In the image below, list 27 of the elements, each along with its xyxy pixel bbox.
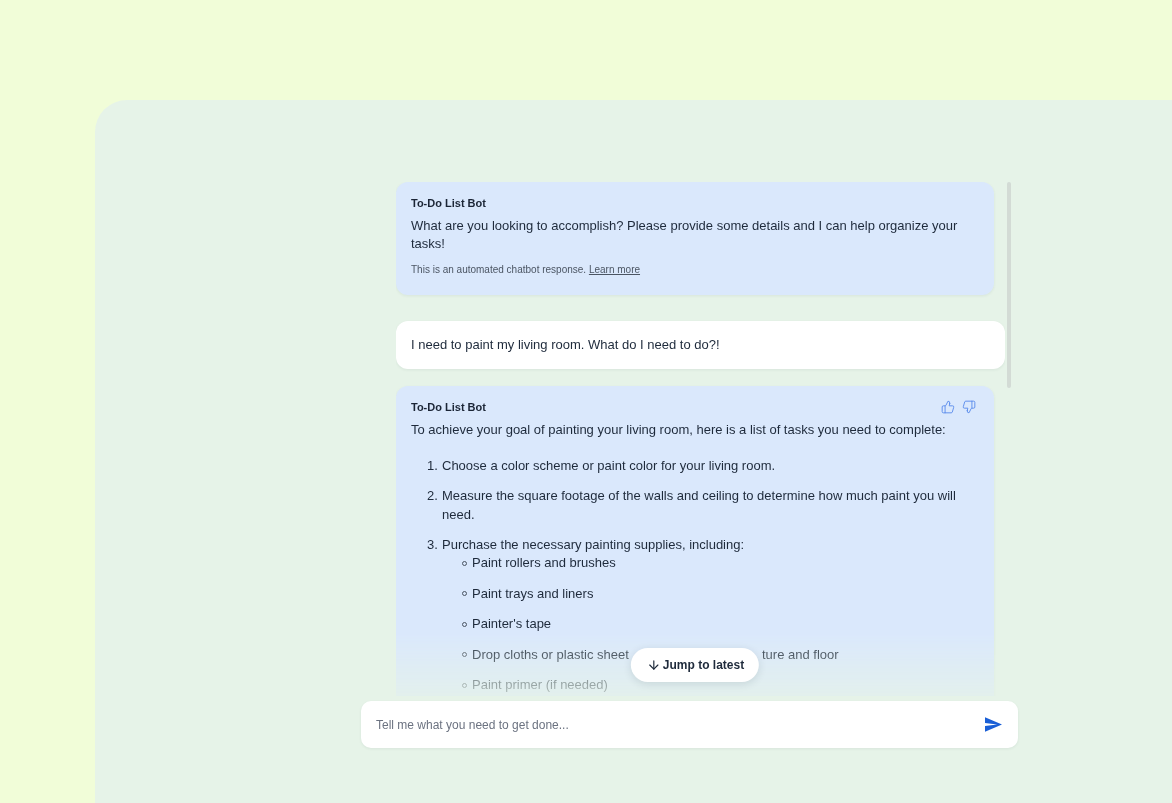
- message-input[interactable]: Tell me what you need to get done...: [376, 714, 985, 735]
- message-text: I need to paint my living room. What do I need to do?!: [411, 336, 721, 354]
- list-number: 1.: [427, 457, 439, 475]
- message-input-field[interactable]: Tell me what you need to get done...: [361, 701, 1018, 748]
- message-text: To achieve your goal of painting your living room, here is a list of tasks you need to complete:: [411, 421, 947, 439]
- learn-more-link[interactable]: Learn more: [588, 264, 641, 275]
- list-number: 2.: [427, 487, 439, 505]
- list-item-text: Measure the square footage of the walls and ceiling to determine how much paint you will need.: [442, 487, 957, 524]
- list-item-text: Paint trays and liners: [472, 584, 594, 603]
- thumbs-up-icon[interactable]: [941, 400, 955, 414]
- thumbs-down-icon[interactable]: [962, 400, 976, 414]
- message-text: What are you looking to accomplish? Please provide some details and I can help organize your tasks!: [411, 217, 959, 253]
- list-number: 3.: [427, 536, 439, 554]
- send-icon: [985, 717, 1002, 732]
- send-button[interactable]: [985, 717, 1002, 732]
- list-item-text: ture and floor: [762, 645, 839, 664]
- list-item-text: Paint rollers and brushes: [472, 554, 616, 572]
- arrow-down-icon: [646, 658, 661, 672]
- jump-to-latest-button[interactable]: Jump to latest: [630, 648, 760, 682]
- list-item-text: Paint primer (if needed): [472, 676, 608, 694]
- list-item-text: Choose a color scheme or paint color for your living room.: [442, 457, 776, 475]
- list-item-text: Drop cloths or plastic sheet: [472, 645, 629, 664]
- list-item-text: Purchase the necessary painting supplies, including:: [442, 536, 746, 554]
- sender-name: To-Do List Bot: [411, 196, 486, 210]
- disclaimer-text: This is an automated chatbot response. Learn more: [411, 263, 642, 277]
- sender-name: To-Do List Bot: [411, 400, 486, 414]
- list-item-text: Painter's tape: [472, 615, 552, 633]
